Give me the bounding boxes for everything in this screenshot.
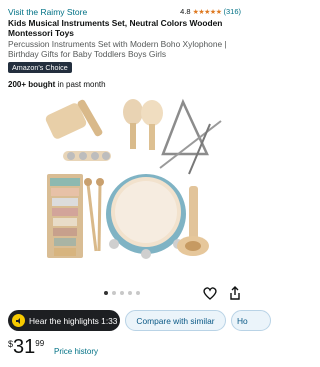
speaker-icon bbox=[12, 314, 25, 327]
star-rating-icon: ★★★★★ bbox=[192, 8, 222, 16]
maracas-icon bbox=[123, 99, 163, 150]
gallery-dots[interactable] bbox=[104, 291, 140, 295]
bell-stick-icon bbox=[63, 151, 111, 161]
amazons-choice-badge: Amazon's Choice bbox=[8, 62, 72, 73]
gallery-dot[interactable] bbox=[128, 291, 132, 295]
price-fraction: 99 bbox=[35, 339, 45, 348]
hear-highlights-label: Hear the highlights 1:33 bbox=[29, 315, 118, 326]
gallery-dot[interactable] bbox=[136, 291, 140, 295]
price-whole: 31 bbox=[13, 336, 36, 358]
bought-count: 200+ bought in past month bbox=[8, 80, 106, 89]
price-history-link[interactable]: Price history bbox=[54, 347, 98, 356]
gallery-dot[interactable] bbox=[104, 291, 108, 295]
store-link[interactable]: Visit the Raimy Store bbox=[8, 7, 87, 17]
mallets-icon bbox=[84, 178, 104, 252]
compare-similar-button[interactable]: Compare with similar bbox=[125, 310, 226, 331]
price: $ 31 99 bbox=[8, 337, 44, 357]
hear-highlights-button[interactable]: Hear the highlights 1:33 bbox=[8, 310, 120, 331]
gallery-dot[interactable] bbox=[120, 291, 124, 295]
tambourine-icon bbox=[106, 174, 186, 259]
gallery-dot[interactable] bbox=[112, 291, 116, 295]
bought-count-rest: in past month bbox=[57, 80, 106, 89]
share-icon[interactable] bbox=[227, 285, 243, 301]
triangle-icon bbox=[159, 98, 222, 175]
wooden-block-icon bbox=[45, 99, 103, 139]
product-subtitle: Percussion Instruments Set with Modern B… bbox=[8, 39, 227, 59]
product-title: Kids Musical Instruments Set, Neutral Co… bbox=[8, 18, 223, 38]
bought-count-bold: 200+ bought bbox=[8, 80, 56, 89]
product-image[interactable] bbox=[0, 96, 249, 278]
rating-count[interactable]: (316) bbox=[223, 7, 241, 16]
partial-pill-button[interactable]: Ho bbox=[231, 310, 271, 331]
xylophone-icon bbox=[47, 174, 83, 258]
heart-icon[interactable] bbox=[202, 285, 218, 301]
rating[interactable]: 4.8 ★★★★★ (316) bbox=[180, 7, 241, 16]
rating-value: 4.8 bbox=[180, 7, 191, 16]
